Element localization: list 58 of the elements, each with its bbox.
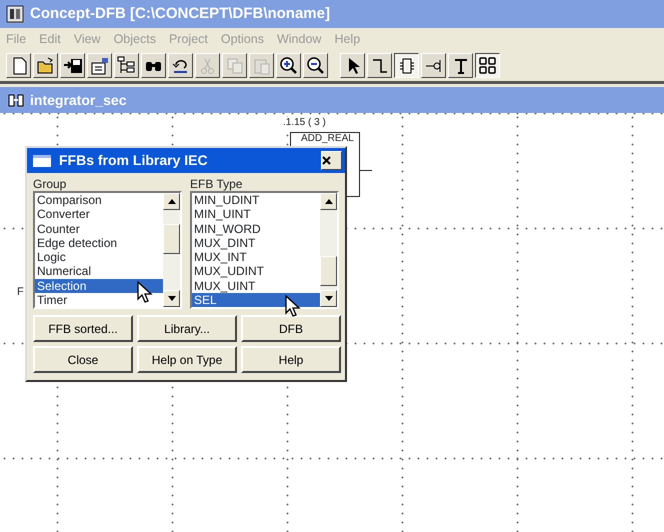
block-label: F bbox=[17, 285, 24, 300]
list-item[interactable]: Selection bbox=[35, 278, 163, 294]
list-item[interactable]: SEL bbox=[192, 293, 320, 308]
block-name: ADD_REAL bbox=[301, 133, 354, 144]
window-title: Concept-DFB [C:\CONCEPT\DFB\noname] bbox=[30, 4, 330, 24]
zoom-out-icon bbox=[306, 56, 325, 75]
mouse-cursor-icon bbox=[285, 295, 301, 318]
document-icon bbox=[8, 92, 24, 108]
list-item[interactable]: MUX_DINT bbox=[192, 236, 320, 250]
block-reference: .1.15 ( 3 ) bbox=[282, 117, 327, 129]
list-item[interactable]: MIN_WORD bbox=[192, 222, 320, 236]
close-icon bbox=[322, 156, 331, 165]
scroll-up-icon[interactable] bbox=[324, 199, 332, 204]
dialog-button[interactable]: Help on Type bbox=[137, 346, 237, 373]
save-icon bbox=[63, 56, 82, 75]
copy-icon bbox=[225, 56, 244, 75]
tree-icon bbox=[117, 56, 136, 75]
dialog-button[interactable]: FFB sorted... bbox=[33, 315, 133, 342]
scroll-thumb[interactable] bbox=[320, 256, 337, 286]
scrollbar[interactable] bbox=[163, 193, 180, 307]
toolbar-button[interactable] bbox=[475, 53, 500, 78]
list-item[interactable]: Comparison bbox=[35, 193, 163, 208]
dialog-button[interactable]: Help bbox=[241, 346, 341, 373]
list-item[interactable]: Timer bbox=[35, 293, 163, 308]
list-item[interactable]: Counter bbox=[35, 222, 163, 236]
zoom-in-icon bbox=[279, 56, 298, 75]
list-item[interactable]: MIN_UDINT bbox=[192, 193, 320, 208]
block-icon bbox=[397, 56, 416, 75]
list-item[interactable]: Logic bbox=[35, 250, 163, 264]
list-item[interactable]: MIN_UINT bbox=[192, 207, 320, 222]
list-label: Group bbox=[33, 177, 68, 191]
dialog-button[interactable]: Library... bbox=[137, 315, 237, 342]
window-icon bbox=[33, 154, 51, 166]
scrollbar[interactable] bbox=[320, 193, 337, 307]
mouse-cursor-icon bbox=[137, 280, 153, 303]
list-item[interactable]: Numerical bbox=[35, 264, 163, 279]
dialog-button[interactable]: DFB bbox=[241, 315, 341, 342]
list-item[interactable]: MUX_UINT bbox=[192, 278, 320, 294]
grid-icon bbox=[478, 56, 497, 75]
folder-icon bbox=[36, 56, 55, 75]
dialog-button[interactable]: Close bbox=[33, 346, 133, 373]
scissors-icon bbox=[198, 56, 217, 75]
list-label: EFB Type bbox=[190, 177, 244, 191]
scroll-down-icon[interactable] bbox=[168, 296, 176, 301]
group-list[interactable]: Comparison Converter Counter Edge detection Logic Numerical Selection Timer bbox=[33, 191, 182, 309]
toolbar-button[interactable] bbox=[394, 53, 419, 78]
close-button[interactable] bbox=[321, 151, 342, 170]
dialog-title: FFBs from Library IEC bbox=[59, 151, 208, 170]
document-title: integrator_sec bbox=[30, 90, 126, 110]
list-item[interactable]: MUX_UDINT bbox=[192, 264, 320, 279]
properties-icon bbox=[90, 56, 109, 75]
scroll-down-icon[interactable] bbox=[324, 296, 332, 301]
scroll-up-icon[interactable] bbox=[168, 199, 176, 204]
list-item[interactable]: Edge detection bbox=[35, 236, 163, 250]
scroll-thumb[interactable] bbox=[163, 224, 180, 254]
app-icon bbox=[6, 5, 24, 23]
list-item[interactable]: MUX_INT bbox=[192, 250, 320, 264]
list-item[interactable]: Converter bbox=[35, 207, 163, 222]
